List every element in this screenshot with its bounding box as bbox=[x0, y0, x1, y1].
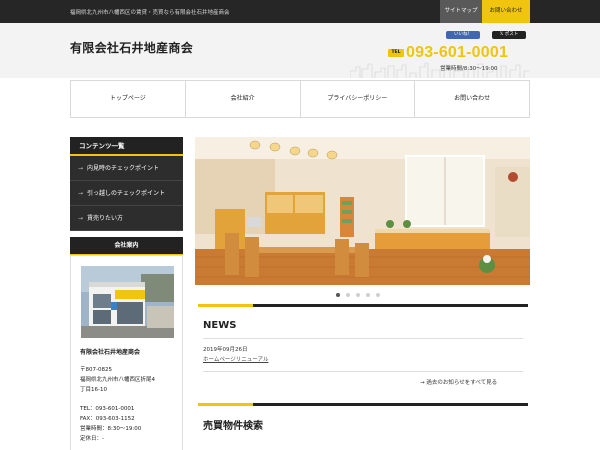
slider-dot[interactable] bbox=[366, 293, 370, 297]
sidebar-item-label: 引っ越しのチェックポイント bbox=[87, 190, 166, 197]
address-line-1: 福岡県北九州市八幡西区折尾4 bbox=[80, 376, 156, 383]
company-address-block: 〒807-0825 福岡県北九州市八幡西区折尾4 丁目16-10 TEL：093… bbox=[80, 366, 180, 444]
sidebar-item-sellers[interactable]: → 賃売りたい方 bbox=[70, 206, 183, 231]
site-logo[interactable]: 有限会社石井地産商会 bbox=[70, 39, 193, 56]
sidebar-item-label: 内見時のチェックポイント bbox=[87, 165, 160, 172]
news-separator bbox=[203, 371, 523, 372]
news-more-label: 過去のお知らせをすべて見る bbox=[426, 380, 498, 386]
arrow-right-icon: → bbox=[78, 190, 84, 197]
news-heading: NEWS bbox=[203, 320, 237, 331]
slider-dot[interactable] bbox=[336, 293, 340, 297]
facebook-like-button[interactable]: いいね！ bbox=[446, 31, 480, 39]
arrow-right-icon: → bbox=[78, 165, 84, 172]
x-post-button[interactable]: 𝕏 ポスト bbox=[492, 31, 526, 39]
company-hours: 営業時間：8:30～19:00 bbox=[80, 425, 142, 432]
nav-item-contact[interactable]: お問い合わせ bbox=[415, 81, 529, 117]
global-nav: トップページ 会社紹介 プライバシーポリシー お問い合わせ bbox=[70, 80, 530, 118]
company-info-title: 会社案内 bbox=[70, 237, 183, 255]
address-line-2: 丁目16-10 bbox=[80, 386, 107, 393]
tel-label: TEL bbox=[388, 49, 404, 57]
company-tel: TEL：093-601-0001 bbox=[80, 406, 135, 413]
contact-link-top[interactable]: お問い合わせ bbox=[482, 0, 530, 23]
contents-list: → 内見時のチェックポイント → 引っ越しのチェックポイント → 賃売りたい方 bbox=[70, 156, 183, 231]
news-link[interactable]: ホームページリニューアル bbox=[203, 355, 523, 363]
sidebar-item-label: 賃売りたい方 bbox=[87, 215, 124, 222]
news-list: 2019年09月26日 ホームページリニューアル bbox=[203, 338, 523, 363]
site-header: 有限会社石井地産商会 いいね！ 𝕏 ポスト TEL 093-601-0001 営… bbox=[0, 23, 600, 78]
property-search-heading: 売買物件検索 bbox=[203, 421, 263, 432]
company-info-box: 有限会社石井地産商会 〒807-0825 福岡県北九州市八幡西区折尾4 丁目16… bbox=[70, 255, 183, 450]
site-tagline: 福岡県北九州市八幡西区の賃貸・売買なら有限会社石井地産商会 bbox=[70, 10, 230, 16]
office-photo bbox=[81, 266, 174, 338]
company-fax: FAX：093-603-1152 bbox=[80, 415, 135, 422]
sidebar-item-viewing[interactable]: → 内見時のチェックポイント bbox=[70, 156, 183, 181]
facebook-like-label: いいね！ bbox=[454, 32, 472, 37]
contents-title: コンテンツ一覧 bbox=[70, 137, 183, 156]
news-date: 2019年09月26日 bbox=[203, 347, 248, 353]
nav-item-company[interactable]: 会社紹介 bbox=[186, 81, 301, 117]
business-hours: 営業時間/8:30〜19:00 bbox=[440, 66, 498, 72]
news-more-link[interactable]: → 過去のお知らせをすべて見る bbox=[420, 378, 497, 386]
sitemap-link[interactable]: サイトマップ bbox=[440, 0, 482, 23]
phone-number[interactable]: 093-601-0001 bbox=[406, 44, 508, 62]
slider-dot[interactable] bbox=[346, 293, 350, 297]
company-name: 有限会社石井地産商会 bbox=[80, 349, 141, 356]
slider-dot[interactable] bbox=[376, 293, 380, 297]
search-divider bbox=[198, 403, 528, 406]
slider-dots bbox=[336, 293, 380, 297]
nav-item-top[interactable]: トップページ bbox=[71, 81, 186, 117]
news-divider bbox=[198, 304, 528, 307]
x-post-label: ポスト bbox=[504, 32, 519, 37]
sidebar-item-moving[interactable]: → 引っ越しのチェックポイント bbox=[70, 181, 183, 206]
nav-item-privacy[interactable]: プライバシーポリシー bbox=[301, 81, 416, 117]
slider-dot[interactable] bbox=[356, 293, 360, 297]
phone-block: TEL 093-601-0001 bbox=[388, 44, 528, 62]
arrow-right-icon: → bbox=[78, 215, 84, 222]
company-holiday: 定休日：- bbox=[80, 435, 104, 442]
hero-slider-image[interactable] bbox=[195, 137, 530, 285]
postal-code: 〒807-0825 bbox=[80, 367, 112, 373]
top-bar: 福岡県北九州市八幡西区の賃貸・売買なら有限会社石井地産商会 サイトマップ お問い… bbox=[0, 0, 600, 23]
